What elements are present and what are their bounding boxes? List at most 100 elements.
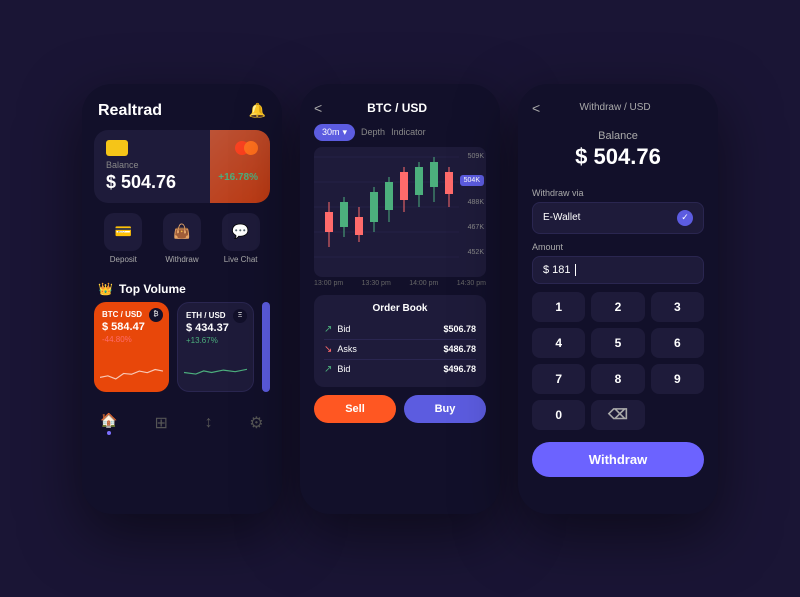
time-1400: 14:00 pm (409, 280, 438, 287)
livechat-action[interactable]: 💬 Live Chat (222, 213, 260, 264)
key-5[interactable]: 5 (591, 328, 644, 358)
chart-header: < BTC / USD (300, 84, 500, 124)
btc-change: -44.80% (102, 335, 161, 344)
btc-badge: ₿ (149, 308, 163, 322)
withdraw-header-title: Withdraw / USD (580, 102, 651, 113)
deposit-label: Deposit (110, 255, 137, 264)
withdraw-back-button[interactable]: < (532, 100, 540, 116)
key-6[interactable]: 6 (651, 328, 704, 358)
eth-badge: Ξ (233, 309, 247, 323)
withdraw-balance: Balance $ 504.76 (518, 124, 718, 180)
card-accent (210, 130, 270, 203)
nav-settings[interactable]: ⚙ (249, 412, 263, 435)
timeframe-bar: 30m ▾ Depth Indicator (300, 124, 500, 147)
bid2-price: $496.78 (443, 364, 476, 374)
up-arrow-icon: ↗ (324, 324, 332, 335)
top-volume-title: 👑 Top Volume (82, 274, 282, 302)
deposit-icon: 💳 (104, 213, 142, 251)
livechat-label: Live Chat (224, 255, 258, 264)
key-4[interactable]: 4 (532, 328, 585, 358)
asks-label: Asks (337, 344, 357, 354)
bottom-nav: 🏠 ⊞ ↕ ⚙ (82, 402, 282, 449)
withdraw-label: Withdraw (165, 255, 198, 264)
timeframe-selector[interactable]: 30m ▾ (314, 124, 355, 141)
check-icon: ✓ (677, 210, 693, 226)
time-1430: 14:30 pm (457, 280, 486, 287)
key-7[interactable]: 7 (532, 364, 585, 394)
withdraw-header: < Withdraw / USD (518, 84, 718, 124)
eth-change: +13.67% (186, 336, 245, 345)
asks-price: $486.78 (443, 344, 476, 354)
bell-icon[interactable]: 🔔 (249, 102, 266, 119)
depth-label[interactable]: Depth (361, 127, 385, 137)
withdraw-action[interactable]: 👜 Withdraw (163, 213, 201, 264)
cursor (575, 264, 576, 276)
phone-chart: < BTC / USD 30m ▾ Depth Indicator (300, 84, 500, 514)
amount-input[interactable]: $ 181 (532, 256, 704, 284)
withdraw-icon: 👜 (163, 213, 201, 251)
down-arrow-icon: ↘ (324, 344, 332, 355)
price-467k: 467K (468, 224, 484, 231)
crown-icon: 👑 (98, 282, 113, 296)
crypto-cards-row: ₿ BTC / USD $ 584.47 -44.80% Ξ ETH / USD… (82, 302, 282, 392)
order-left-bid1: ↗ Bid (324, 324, 350, 335)
key-9[interactable]: 9 (651, 364, 704, 394)
key-2[interactable]: 2 (591, 292, 644, 322)
buy-button[interactable]: Buy (404, 395, 486, 423)
order-left-asks: ↘ Asks (324, 344, 357, 355)
dropdown-icon: ▾ (343, 127, 348, 138)
numeric-keypad: 1 2 3 4 5 6 7 8 9 0 ⌫ (518, 284, 718, 438)
nav-grid[interactable]: ⊞ (154, 412, 167, 435)
key-1[interactable]: 1 (532, 292, 585, 322)
bid1-label: Bid (337, 324, 350, 334)
eth-mini-chart (184, 358, 247, 383)
withdraw-button[interactable]: Withdraw (532, 442, 704, 477)
withdraw-form: Withdraw via E-Wallet ✓ Amount $ 181 (518, 188, 718, 284)
chart-time-labels: 13:00 pm 13:30 pm 14:00 pm 14:30 pm (300, 277, 500, 291)
phone-dashboard: Realtrad 🔔 Balance $ 504.76 +16.78% 💳 De… (82, 84, 282, 514)
app-title: Realtrad (98, 102, 162, 120)
chart-title: BTC / USD (367, 101, 427, 115)
orderbook-title: Order Book (324, 303, 476, 314)
amount-label: Amount (532, 242, 704, 252)
btc-mini-chart (100, 359, 163, 384)
price-488k: 488K (468, 199, 484, 206)
order-row-bid2: ↗ Bid $496.78 (324, 360, 476, 379)
order-left-bid2: ↗ Bid (324, 364, 350, 375)
order-row-asks: ↘ Asks $486.78 (324, 340, 476, 360)
withdraw-via-label: Withdraw via (532, 188, 704, 198)
up-arrow-icon-2: ↗ (324, 364, 332, 375)
price-452k: 452K (468, 249, 484, 256)
price-509k: 509K (468, 153, 484, 160)
nav-transfer[interactable]: ↕ (205, 412, 213, 435)
key-0[interactable]: 0 (532, 400, 585, 430)
btc-card[interactable]: ₿ BTC / USD $ 584.47 -44.80% (94, 302, 169, 392)
back-button[interactable]: < (314, 100, 322, 116)
time-1330: 13:30 pm (362, 280, 391, 287)
nav-home[interactable]: 🏠 (100, 412, 117, 435)
dashboard-header: Realtrad 🔔 (82, 84, 282, 130)
withdraw-balance-label: Balance (518, 130, 718, 142)
amount-value: $ 181 (543, 264, 571, 276)
action-buttons: 💳 Deposit 👜 Withdraw 💬 Live Chat (82, 203, 282, 274)
chat-icon: 💬 (222, 213, 260, 251)
key-8[interactable]: 8 (591, 364, 644, 394)
phones-container: Realtrad 🔔 Balance $ 504.76 +16.78% 💳 De… (62, 64, 738, 534)
time-1300: 13:00 pm (314, 280, 343, 287)
candlestick-chart: 509K 504K 488K 467K 452K (314, 147, 486, 277)
delete-key[interactable]: ⌫ (591, 400, 644, 430)
wallet-selector[interactable]: E-Wallet ✓ (532, 202, 704, 234)
chart-svg (314, 147, 486, 277)
eth-card[interactable]: Ξ ETH / USD $ 434.37 +13.67% (177, 302, 254, 392)
price-badge-504k: 504K (460, 175, 484, 186)
card-icon-yellow (106, 140, 128, 156)
withdraw-balance-amount: $ 504.76 (518, 144, 718, 170)
phone-withdraw: < Withdraw / USD Balance $ 504.76 Withdr… (518, 84, 718, 514)
trade-buttons: Sell Buy (300, 387, 500, 437)
indicator-label[interactable]: Indicator (391, 127, 426, 137)
balance-card: Balance $ 504.76 +16.78% (94, 130, 270, 203)
deposit-action[interactable]: 💳 Deposit (104, 213, 142, 264)
order-book: Order Book ↗ Bid $506.78 ↘ Asks $486.78 … (314, 295, 486, 387)
sell-button[interactable]: Sell (314, 395, 396, 423)
key-3[interactable]: 3 (651, 292, 704, 322)
